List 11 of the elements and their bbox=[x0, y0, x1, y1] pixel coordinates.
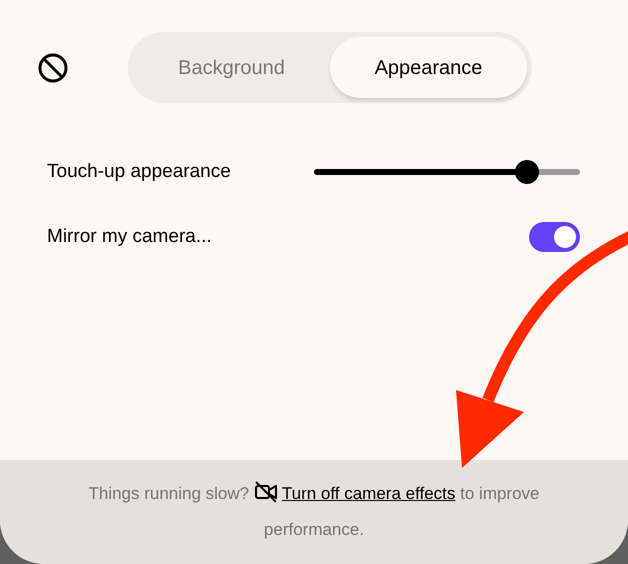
setting-label: Touch-up appearance bbox=[47, 160, 231, 184]
camera-effects-link[interactable]: Turn off camera effects bbox=[254, 484, 456, 503]
camera-off-icon bbox=[254, 481, 278, 503]
tab[interactable]: Background bbox=[133, 37, 330, 98]
slider-thumb[interactable] bbox=[514, 160, 539, 184]
tab[interactable]: Appearance bbox=[330, 37, 527, 98]
toggle-switch[interactable] bbox=[529, 222, 580, 252]
setting-label: Mirror my camera... bbox=[47, 224, 212, 249]
performance-hint: Things running slow? Turn off camera effects to improve performance. bbox=[40, 476, 588, 548]
slider[interactable] bbox=[314, 160, 580, 184]
no-effect-icon[interactable] bbox=[37, 52, 69, 84]
